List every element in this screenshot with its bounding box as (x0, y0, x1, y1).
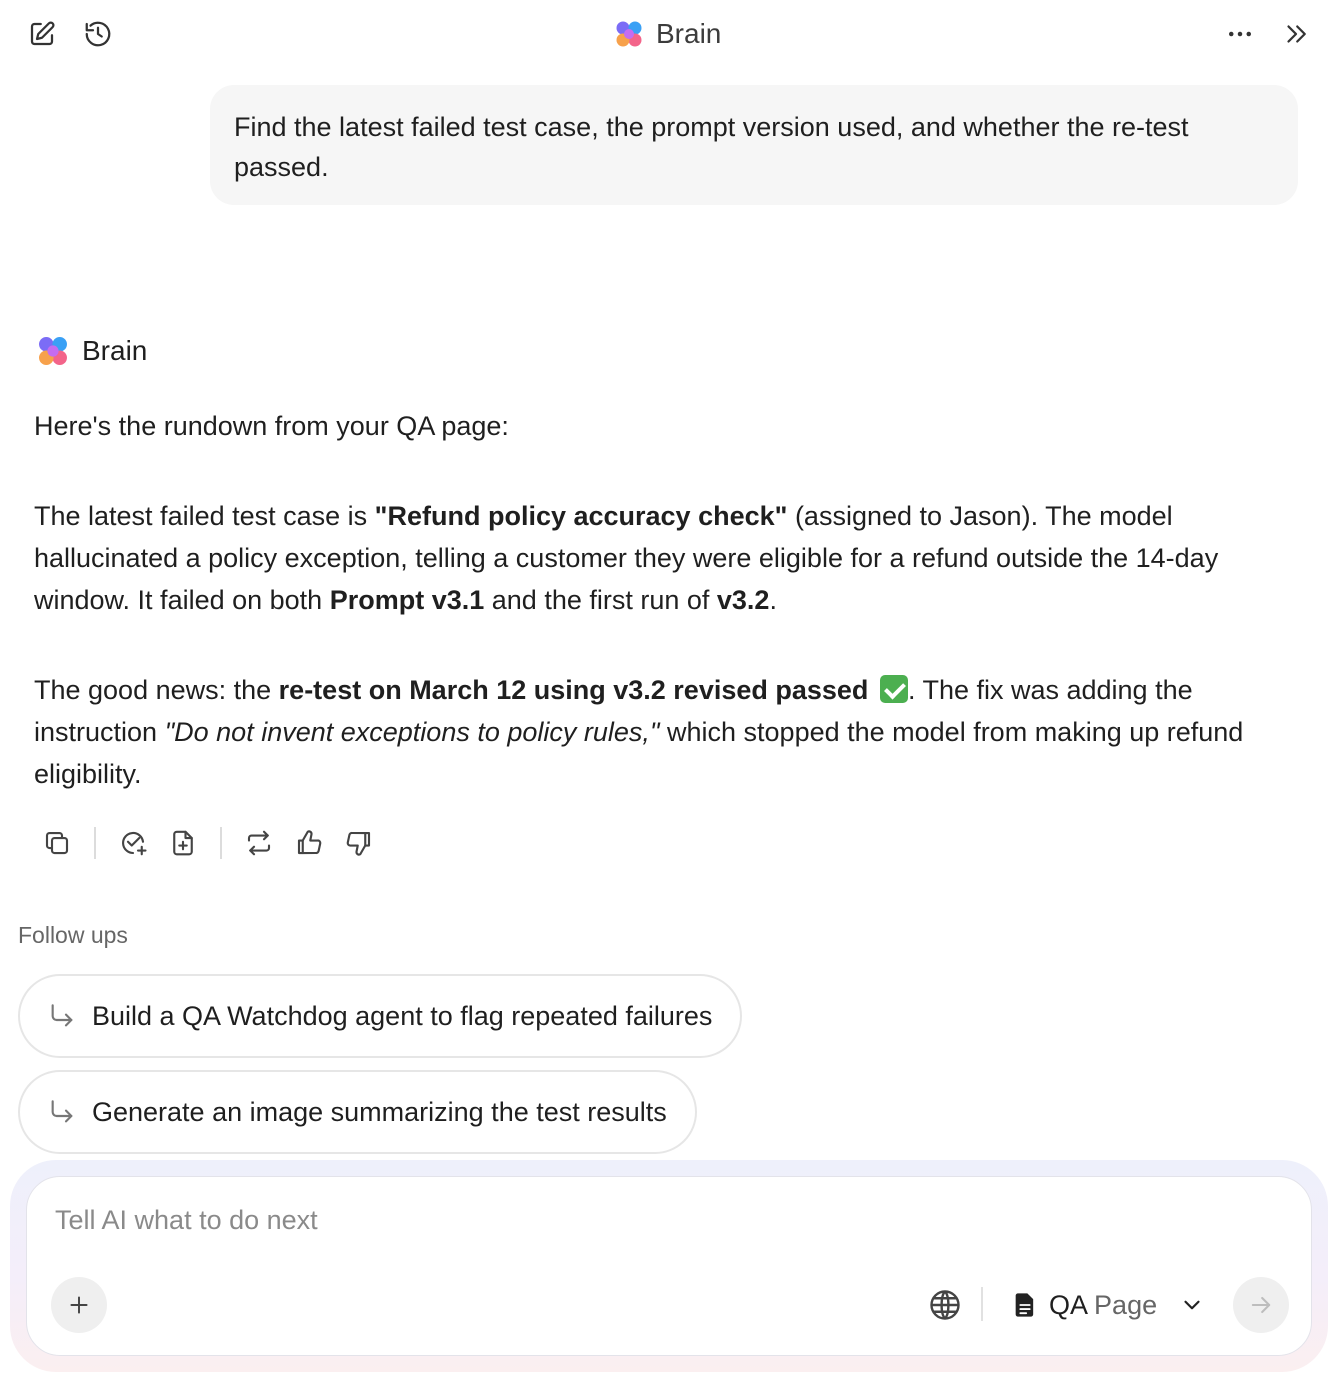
followup-chip[interactable]: Generate an image summarizing the test r… (18, 1070, 697, 1154)
prompt-input[interactable] (55, 1205, 1155, 1236)
reply-arrow-icon (51, 1004, 73, 1027)
retest-result: re-test on March 12 using v3.2 revised p… (278, 675, 869, 705)
reply-arrow-icon (51, 1100, 73, 1123)
prompt-version: Prompt v3.1 (329, 585, 485, 615)
context-selector[interactable]: QA Page (1011, 1283, 1205, 1327)
text-segment: . (769, 585, 777, 615)
version-label: v3.2 (716, 585, 770, 615)
create-task-icon[interactable] (110, 820, 156, 866)
followup-chip-label: Build a QA Watchdog agent to flag repeat… (92, 1000, 713, 1031)
answer-paragraph-retest: The good news: the re-test on March 12 u… (34, 669, 1284, 795)
check-mark-icon (879, 675, 908, 703)
top-bar: Brain (0, 0, 1334, 70)
quoted-instruction: "Do not invent exceptions to policy rule… (164, 717, 660, 747)
thumbs-down-icon[interactable] (336, 820, 382, 866)
header-title-group: Brain (612, 16, 721, 52)
context-suffix: Page (1094, 1289, 1158, 1320)
header-title: Brain (656, 18, 722, 49)
more-icon[interactable] (1222, 16, 1258, 52)
followups-label: Follow ups (18, 922, 128, 948)
copy-icon[interactable] (34, 820, 80, 866)
followup-chip-label: Generate an image summarizing the test r… (92, 1096, 667, 1127)
arrow-right-icon (1251, 1296, 1271, 1314)
assistant-answer: Here's the rundown from your QA page: Th… (34, 405, 1284, 843)
context-prefix: QA (1049, 1289, 1087, 1320)
thumbs-up-icon[interactable] (286, 820, 332, 866)
user-message: Find the latest failed test case, the pr… (210, 85, 1298, 205)
text-segment: and the first run of (484, 585, 717, 615)
document-icon (1015, 1293, 1034, 1317)
answer-paragraph-failed-case: The latest failed test case is "Refund p… (34, 495, 1284, 621)
globe-icon[interactable] (927, 1287, 963, 1323)
context-label: QA Page (1049, 1290, 1157, 1321)
answer-intro: Here's the rundown from your QA page: (34, 411, 509, 441)
assistant-header: Brain (34, 330, 147, 372)
test-case-name: "Refund policy accuracy check" (374, 501, 788, 531)
message-actions (34, 820, 382, 866)
text-segment: The good news: the (34, 675, 279, 705)
history-icon[interactable] (80, 16, 116, 52)
divider (981, 1287, 983, 1321)
brain-logo-icon (616, 21, 642, 47)
divider (94, 827, 96, 859)
divider (220, 827, 222, 859)
composer: QA Page (26, 1176, 1312, 1356)
attach-button[interactable] (51, 1277, 107, 1333)
text-segment: The latest failed test case is (34, 501, 375, 531)
new-chat-icon[interactable] (24, 16, 60, 52)
chevron-down-icon (1184, 1300, 1200, 1310)
plus-icon (70, 1296, 88, 1314)
followup-chip[interactable]: Build a QA Watchdog agent to flag repeat… (18, 974, 743, 1058)
send-button[interactable] (1233, 1277, 1289, 1333)
regenerate-icon[interactable] (236, 820, 282, 866)
assistant-name: Brain (82, 335, 148, 366)
brain-logo-icon (39, 337, 67, 365)
collapse-panel-icon[interactable] (1278, 16, 1314, 52)
add-to-doc-icon[interactable] (160, 820, 206, 866)
